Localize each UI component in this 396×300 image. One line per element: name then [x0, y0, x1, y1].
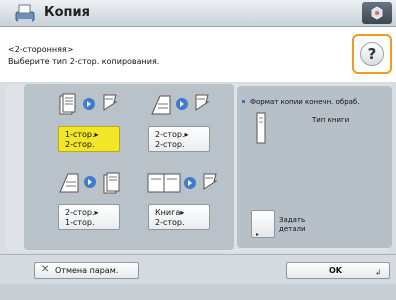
option-book-to2-button[interactable]: Книга▸ 2-стор.	[148, 204, 210, 230]
status-strip	[0, 284, 396, 300]
option-2to2-button[interactable]: 2-стор.▸ 2-стор.	[148, 126, 210, 152]
help-highlight: ?	[352, 34, 392, 74]
option-2to2-line2: 2-стор.	[155, 140, 185, 149]
cancel-settings-button[interactable]: ✕ Отмена парам.	[34, 262, 139, 279]
instruction-area	[0, 27, 396, 82]
finishing-format-label: Формат копии конечн. обраб.	[250, 98, 360, 106]
title-bar: Копия	[0, 0, 396, 27]
copier-icon	[15, 4, 35, 22]
option-book-line1: Книга▸	[155, 208, 185, 217]
copy-screen: Копия <2-сторонняя> Выберите тип 2-стор.…	[0, 0, 396, 300]
option-2to1-button[interactable]: 2-стор.▸ 1-стор.	[58, 204, 120, 230]
two-to-one-sided-diagram	[59, 172, 120, 194]
two-to-two-sided-diagram	[151, 94, 210, 115]
option-1to2-line2: 2-стор.	[65, 140, 95, 149]
option-2to1-line1: 2-стор.▸	[65, 208, 99, 217]
close-icon: ✕	[41, 264, 50, 275]
option-1to2-button[interactable]: 1-стор.▸ 2-стор.	[58, 126, 120, 152]
help-button[interactable]: ?	[360, 42, 384, 66]
instruction-text: Выберите тип 2-стор. копирования.	[8, 57, 160, 66]
set-details-label: Задать детали	[279, 216, 306, 234]
bullet-icon	[242, 100, 245, 103]
option-1to2-line1: 1-стор.▸	[65, 130, 99, 139]
set-details-line2: детали	[279, 225, 306, 233]
book-to-two-sided-diagram	[147, 173, 218, 193]
status-monitor-icon	[371, 6, 383, 20]
return-icon: ↲	[375, 268, 382, 277]
finishing-format-value: Тип книги	[312, 116, 350, 124]
details-arrow-icon: ▸	[256, 231, 260, 238]
set-details-line1: Задать	[279, 216, 306, 224]
book-type-icon	[256, 112, 266, 144]
mode-title: <2-сторонняя>	[8, 45, 74, 54]
option-2to1-line2: 1-стор.	[65, 218, 95, 227]
page-title: Копия	[44, 5, 90, 20]
ok-label: OK	[329, 266, 342, 275]
ok-button[interactable]: OK ↲	[286, 262, 390, 279]
set-details-button[interactable]	[251, 210, 275, 238]
option-2to2-line1: 2-стор.▸	[155, 130, 189, 139]
status-monitor-button[interactable]	[362, 2, 392, 24]
one-to-two-sided-diagram	[59, 93, 118, 115]
cancel-settings-label: Отмена парам.	[55, 266, 119, 275]
option-book-line2: 2-стор.	[155, 218, 185, 227]
